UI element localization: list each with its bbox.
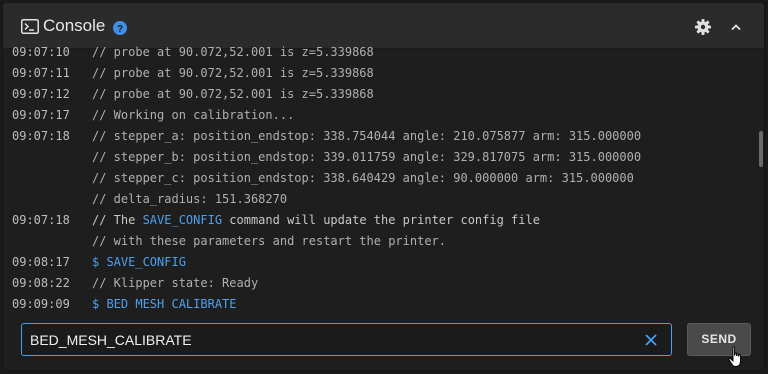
svg-text:?: ? <box>117 24 123 35</box>
log-command-highlight[interactable]: SAVE_CONFIG <box>143 213 222 227</box>
log-message[interactable]: $ SAVE_CONFIG <box>92 252 186 273</box>
log-timestamp: 09:07:11 <box>12 66 70 80</box>
log-timestamp: 09:07:18 <box>12 129 70 143</box>
log-message: // Klipper state: Ready <box>92 276 259 290</box>
command-input[interactable] <box>30 324 630 355</box>
panel-title: Console <box>43 16 106 35</box>
console-log: 09:07:10 // probe at 90.072,52.001 is z=5… <box>3 41 756 313</box>
log-message: // Working on calibration... <box>92 108 295 122</box>
command-input-wrapper <box>21 323 672 356</box>
log-message: // stepper_c: position_endstop: 338.6404… <box>92 171 634 185</box>
log-message: // probe at 90.072,52.001 is z=5.339868 <box>92 66 374 80</box>
log-message: // The SAVE_CONFIG command will update t… <box>92 210 540 231</box>
log-scrollbar[interactable] <box>759 131 763 167</box>
log-timestamp: 09:07:17 <box>12 108 70 122</box>
log-timestamp: 09:09:09 <box>12 297 70 311</box>
log-timestamp: 09:07:10 <box>12 45 70 59</box>
close-icon[interactable] <box>644 333 658 347</box>
log-timestamp: 09:08:22 <box>12 276 70 290</box>
log-message-text: // The <box>92 213 143 227</box>
log-message: // stepper_b: position_endstop: 339.0117… <box>92 150 642 164</box>
log-timestamp: 09:07:12 <box>12 87 70 101</box>
log-timestamp: 09:07:18 <box>12 213 70 227</box>
log-message: // stepper_a: position_endstop: 338.7540… <box>92 129 642 143</box>
log-message: // probe at 90.072,52.001 is z=5.339868 <box>92 45 374 59</box>
help-icon[interactable]: ? <box>113 21 127 35</box>
log-message: // delta_radius: 151.368270 <box>92 192 288 206</box>
log-timestamp: 09:08:17 <box>12 255 70 269</box>
chevron-up-icon[interactable] <box>729 20 743 34</box>
console-icon <box>21 19 39 34</box>
log-message: // probe at 90.072,52.001 is z=5.339868 <box>92 87 374 101</box>
log-message-text: command will update the printer config f… <box>222 213 540 227</box>
gear-icon[interactable] <box>695 19 711 35</box>
log-message[interactable]: $ BED MESH CALIBRATE <box>92 294 237 313</box>
hand-cursor-icon <box>728 346 741 367</box>
log-message: // with these parameters and restart the… <box>92 234 447 248</box>
console-panel: Console ? 09:07:10 // probe at 90.072,52.… <box>3 3 764 370</box>
